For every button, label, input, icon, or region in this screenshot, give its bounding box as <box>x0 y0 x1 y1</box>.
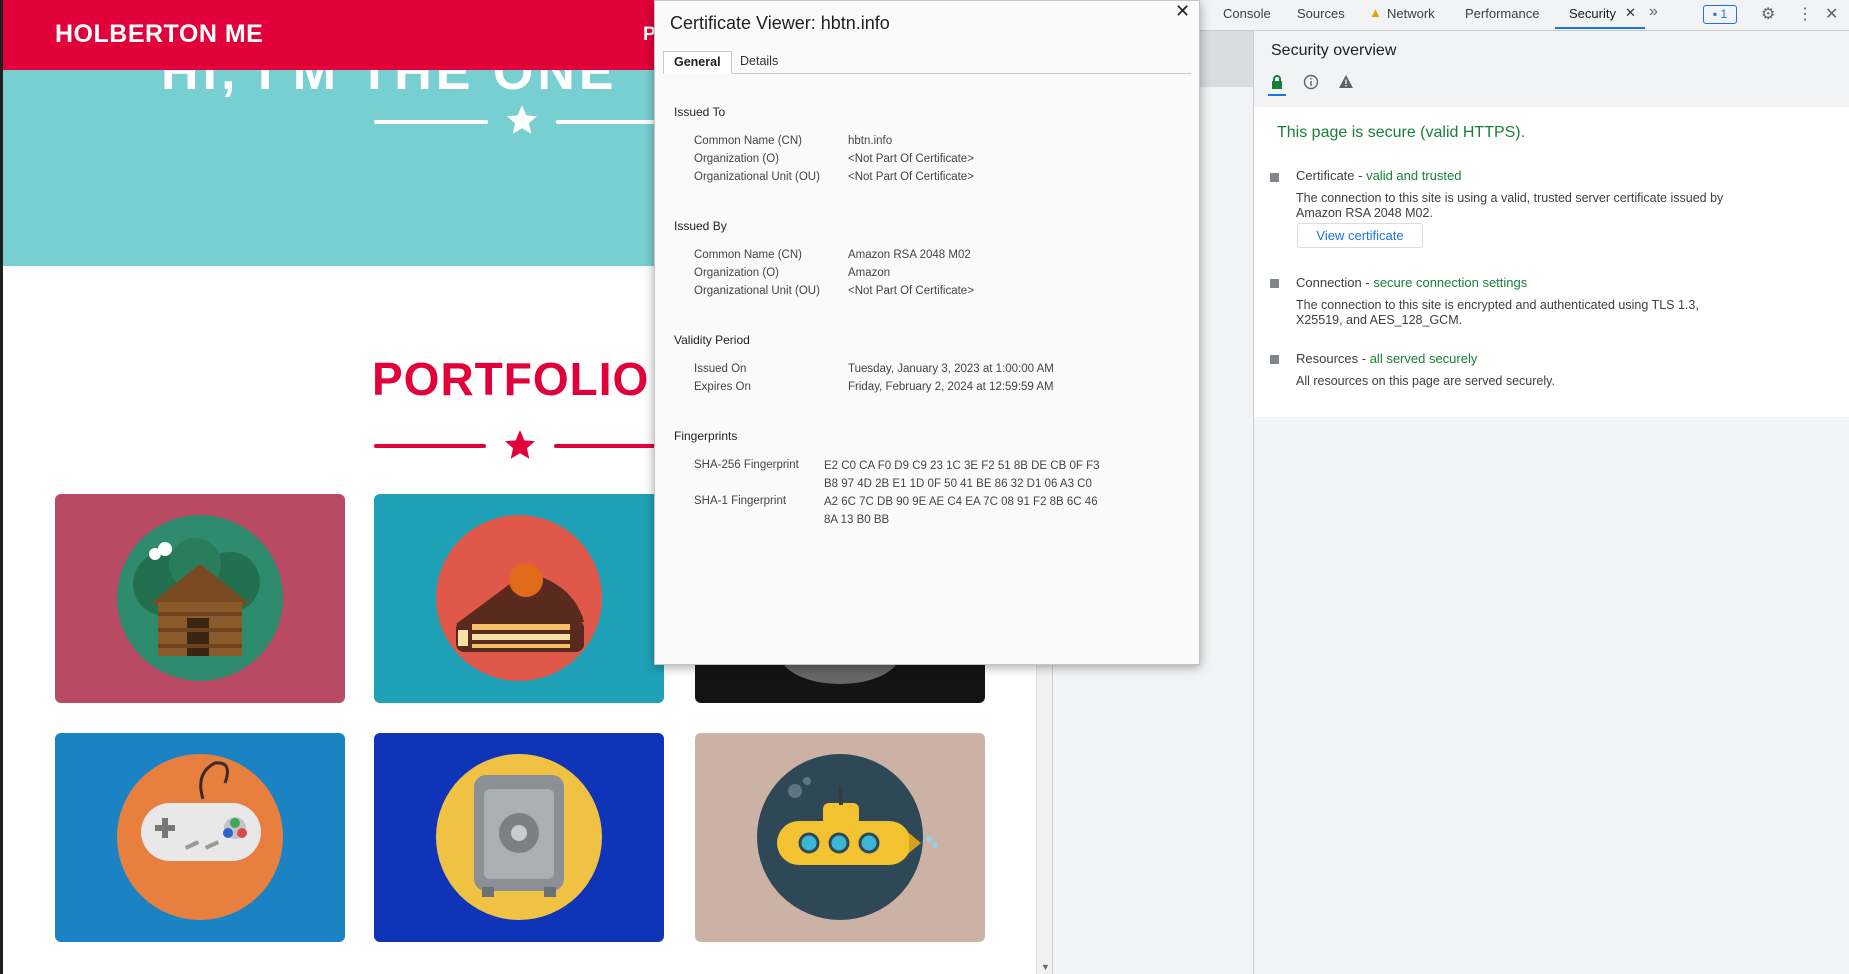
submarine-icon <box>757 754 938 920</box>
tab-security[interactable]: Security <box>1569 6 1616 21</box>
issued-by-heading: Issued By <box>674 219 727 233</box>
portfolio-tile-safe[interactable] <box>374 733 664 942</box>
cake-icon <box>436 515 602 681</box>
security-body: This page is secure (valid HTTPS). Certi… <box>1254 107 1849 417</box>
sha256-line1: E2 C0 CA F0 D9 C9 23 1C 3E F2 51 8B DE C… <box>824 460 1100 472</box>
sha256-line2: B8 97 4D 2B E1 1D 0F 50 41 BE 86 32 D1 0… <box>824 478 1092 490</box>
validity-heading: Validity Period <box>674 333 750 347</box>
issued-to-o-label: Organization (O) <box>694 153 780 165</box>
issued-by-cn-label: Common Name (CN) <box>694 249 802 261</box>
issued-to-ou-label: Organizational Unit (OU) <box>694 171 820 183</box>
resources-label: Resources - <box>1296 351 1370 366</box>
portfolio-divider-left <box>374 444 486 448</box>
certificate-status: valid and trusted <box>1366 168 1462 183</box>
bullet-icon <box>1270 279 1279 288</box>
sha1-line1: A2 6C 7C DB 90 9E AE C4 EA 7C 08 91 F2 8… <box>824 496 1098 508</box>
issued-to-cn-label: Common Name (CN) <box>694 135 802 147</box>
issued-to-heading: Issued To <box>674 105 726 119</box>
issues-count: 1 <box>1720 7 1728 21</box>
portfolio-tile-submarine[interactable] <box>695 733 985 942</box>
tab-sources[interactable]: Sources <box>1297 6 1345 21</box>
star-icon <box>505 430 535 459</box>
hero-heading: HI, I'M THE ONE <box>161 70 618 101</box>
close-tab-icon[interactable]: ✕ <box>1625 5 1636 21</box>
kebab-menu-icon[interactable]: ⋮ <box>1797 4 1813 24</box>
expires-on-value: Friday, February 2, 2024 at 12:59:59 AM <box>848 381 1054 393</box>
tab-network[interactable]: Network <box>1387 6 1435 21</box>
security-header: Security overview <box>1254 31 1849 107</box>
sha1-line2: 8A 13 B0 BB <box>824 514 890 526</box>
view-certificate-button[interactable]: View certificate <box>1297 223 1423 248</box>
cabin-icon <box>117 515 283 681</box>
tab-performance[interactable]: Performance <box>1465 6 1539 21</box>
tab-details[interactable]: Details <box>730 51 788 72</box>
certificate-label: Certificate - <box>1296 168 1367 183</box>
bullet-icon <box>1270 173 1279 182</box>
hero-divider-left <box>374 120 488 124</box>
portfolio-tile-cake[interactable] <box>374 494 664 703</box>
tab-general[interactable]: General <box>663 51 732 74</box>
certificate-row-title: Certificate - valid and trusted <box>1296 168 1461 183</box>
connection-label: Connection - <box>1296 275 1374 290</box>
info-icon[interactable] <box>1303 74 1319 90</box>
certificate-tabs: General Details <box>663 51 1191 74</box>
issued-by-ou: <Not Part Of Certificate> <box>848 285 974 297</box>
warning-icon: ▲ <box>1369 5 1382 20</box>
security-title: Security overview <box>1271 42 1397 59</box>
issued-on-value: Tuesday, January 3, 2023 at 1:00:00 AM <box>848 363 1054 375</box>
certificate-description: The connection to this site is using a v… <box>1296 191 1724 220</box>
issued-to-ou: <Not Part Of Certificate> <box>848 171 974 183</box>
active-tab-indicator <box>1555 27 1645 29</box>
sha1-label: SHA-1 Fingerprint <box>694 495 787 507</box>
scroll-down-arrow-icon[interactable]: ▼ <box>1041 962 1050 972</box>
portfolio-tile-gamepad[interactable] <box>55 733 345 942</box>
issues-badge[interactable]: ▪ 1 <box>1703 5 1737 24</box>
security-overview-panel: Security overview This page is secure (v… <box>1254 31 1849 974</box>
certificate-viewer-title: Certificate Viewer: hbtn.info <box>670 13 890 33</box>
connection-status: secure connection settings <box>1373 275 1528 290</box>
close-devtools-icon[interactable]: ✕ <box>1825 4 1838 24</box>
issued-by-ou-label: Organizational Unit (OU) <box>694 285 820 297</box>
site-brand[interactable]: HOLBERTON ME <box>55 20 263 49</box>
secure-summary: This page is secure (valid HTTPS). <box>1277 124 1526 141</box>
portfolio-heading: PORTFOLIO <box>372 353 650 405</box>
portfolio-tile-cabin[interactable] <box>55 494 345 703</box>
active-filter-indicator <box>1268 94 1286 96</box>
fingerprints-heading: Fingerprints <box>674 429 738 443</box>
bullet-icon <box>1270 355 1279 364</box>
expires-on-label: Expires On <box>694 381 751 393</box>
issued-to-o: <Not Part Of Certificate> <box>848 153 974 165</box>
sha256-label: SHA-256 Fingerprint <box>694 459 799 471</box>
message-icon: ▪ <box>1712 7 1718 21</box>
close-icon[interactable]: ✕ <box>1175 1 1190 22</box>
resources-description: All resources on this page are served se… <box>1296 374 1555 388</box>
issued-by-o-label: Organization (O) <box>694 267 780 279</box>
star-icon <box>507 105 537 134</box>
certificate-viewer-dialog: Certificate Viewer: hbtn.info ✕ General … <box>654 0 1200 665</box>
resources-status: all served securely <box>1369 351 1478 366</box>
connection-row-title: Connection - secure connection settings <box>1296 275 1527 290</box>
tab-console[interactable]: Console <box>1223 6 1271 21</box>
issued-by-cn: Amazon RSA 2048 M02 <box>848 249 971 261</box>
resources-row-title: Resources - all served securely <box>1296 351 1477 366</box>
lock-icon[interactable] <box>1271 75 1283 89</box>
connection-description: The connection to this site is encrypted… <box>1296 298 1699 327</box>
warning-icon[interactable] <box>1338 74 1354 90</box>
more-tabs-chevron-icon[interactable]: » <box>1649 3 1658 21</box>
issued-by-o: Amazon <box>848 267 891 279</box>
gamepad-icon <box>117 754 283 920</box>
issued-to-cn: hbtn.info <box>848 135 893 147</box>
safe-icon <box>436 754 602 920</box>
gear-icon[interactable]: ⚙ <box>1761 4 1775 24</box>
issued-on-label: Issued On <box>694 363 747 375</box>
